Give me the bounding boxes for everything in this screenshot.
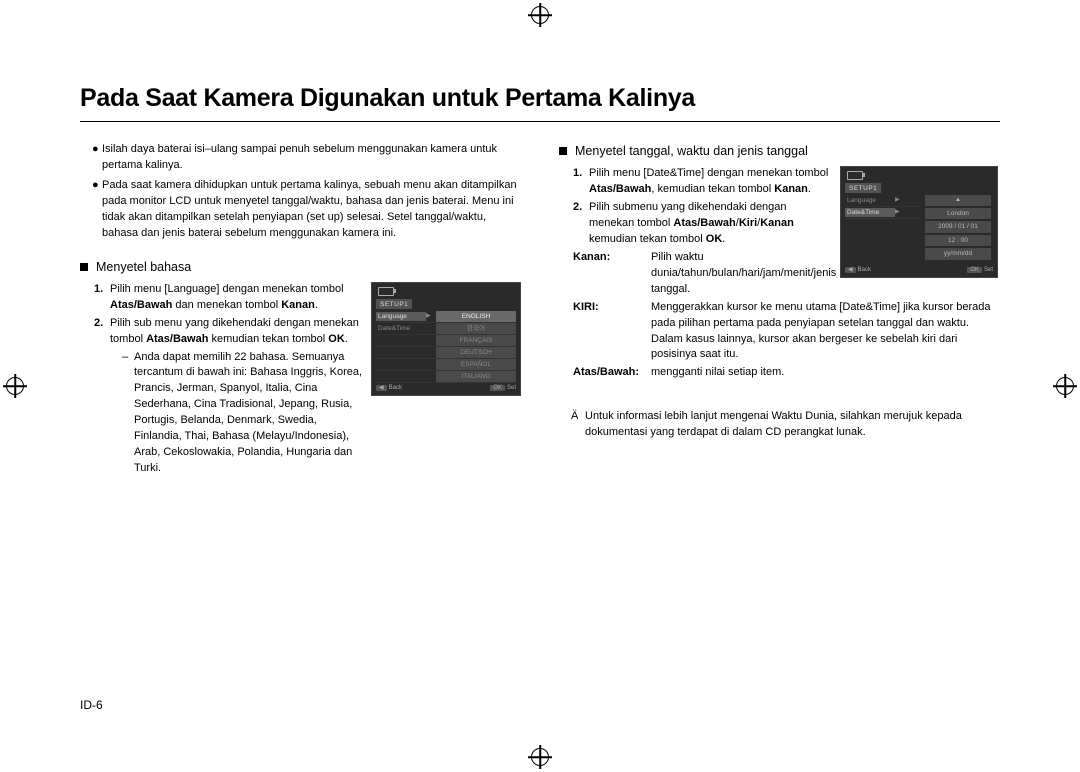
chevron-right-icon: ▶ bbox=[426, 312, 434, 321]
back-key-icon: ◀ bbox=[845, 267, 856, 273]
kv-key-kiri: KIRI: bbox=[573, 300, 651, 364]
lcd-value: 12 : 00 bbox=[925, 235, 991, 246]
lcd-row-label: Language bbox=[376, 312, 426, 321]
kv-val-kanan: Pilih waktu dunia/tahun/bulan/hari/jam/m… bbox=[651, 250, 836, 298]
intro-bullet-2: Pada saat kamera dihidupkan untuk pertam… bbox=[102, 178, 521, 242]
bullet-icon: ● bbox=[92, 142, 102, 174]
language-list-note: Anda dapat memilih 22 bahasa. Semuanya t… bbox=[134, 350, 365, 478]
step-number: 1. bbox=[573, 166, 589, 198]
lcd-row-label: Date&Time bbox=[845, 208, 895, 217]
lcd-value: London bbox=[925, 208, 991, 219]
dash-icon: – bbox=[122, 350, 134, 478]
lcd-tab: SETUP1 bbox=[376, 299, 412, 309]
kv-val-atasbawah: mengganti nilai setiap item. bbox=[651, 365, 1000, 381]
kv-key-kanan: Kanan: bbox=[573, 250, 651, 298]
intro-bullet-1: Isilah daya baterai isi–ulang sampai pen… bbox=[102, 142, 521, 174]
lcd-back-label: Back bbox=[389, 385, 402, 391]
chevron-up-icon: ▲ bbox=[925, 195, 991, 206]
ok-key-icon: OK bbox=[967, 267, 982, 273]
datetime-step-2: Pilih submenu yang dikehendaki dengan me… bbox=[589, 200, 834, 248]
lcd-value: 한국어 bbox=[436, 323, 516, 334]
columns: ●Isilah daya baterai isi–ulang sampai pe… bbox=[80, 142, 1000, 479]
reg-mark-bottom bbox=[531, 748, 549, 766]
subhead-language: Menyetel bahasa bbox=[80, 258, 521, 276]
subhead-datetime-text: Menyetel tanggal, waktu dan jenis tangga… bbox=[575, 142, 808, 160]
lcd-back-label: Back bbox=[858, 267, 871, 273]
bullet-icon: ● bbox=[92, 178, 102, 242]
reg-mark-right bbox=[1056, 377, 1074, 395]
lcd-value: ESPAÑOL bbox=[436, 359, 516, 370]
kv-key-atasbawah: Atas/Bawah: bbox=[573, 365, 651, 381]
lcd-value: 2009 / 01 / 01 bbox=[925, 221, 991, 232]
left-column: ●Isilah daya baterai isi–ulang sampai pe… bbox=[80, 142, 521, 479]
step-number: 1. bbox=[94, 282, 110, 314]
datetime-steps-block: SETUP1 Language ▶ Date&Time ▶ bbox=[559, 166, 1000, 300]
square-icon bbox=[559, 147, 567, 155]
lcd-tab: SETUP1 bbox=[845, 183, 881, 193]
language-step-2: Pilih sub menu yang dikehendaki dengan m… bbox=[110, 316, 365, 477]
footnote-text: Untuk informasi lebih lanjut mengenai Wa… bbox=[585, 409, 1000, 441]
content-area: Pada Saat Kamera Digunakan untuk Pertama… bbox=[80, 84, 1000, 712]
footnote: Ä Untuk informasi lebih lanjut mengenai … bbox=[559, 409, 1000, 441]
ok-key-icon: OK bbox=[490, 385, 505, 391]
page-title: Pada Saat Kamera Digunakan untuk Pertama… bbox=[80, 84, 1000, 122]
chevron-right-icon: ▶ bbox=[895, 208, 903, 217]
datetime-step-1: Pilih menu [Date&Time] dengan menekan to… bbox=[589, 166, 834, 198]
lcd-value: FRANÇAIS bbox=[436, 335, 516, 346]
key-value-list-cont: KIRI: Menggerakkan kursor ke menu utama … bbox=[559, 300, 1000, 382]
lcd-value: ITALIANO bbox=[436, 371, 516, 382]
language-steps-block: SETUP1 Language ▶ ENGLISH Date&Time bbox=[80, 282, 521, 479]
asterisk-icon: Ä bbox=[571, 409, 585, 441]
lcd-value: DEUTSCH bbox=[436, 347, 516, 358]
subhead-datetime: Menyetel tanggal, waktu dan jenis tangga… bbox=[559, 142, 1000, 160]
language-step-1: Pilih menu [Language] dengan menekan tom… bbox=[110, 282, 365, 314]
page: Pada Saat Kamera Digunakan untuk Pertama… bbox=[0, 0, 1080, 772]
kv-val-kiri: Menggerakkan kursor ke menu utama [Date&… bbox=[651, 300, 1000, 364]
chevron-right-icon: ▶ bbox=[895, 196, 903, 205]
lcd-row-label: Date&Time bbox=[376, 324, 426, 333]
back-key-icon: ◀ bbox=[376, 385, 387, 391]
battery-icon bbox=[378, 287, 394, 296]
reg-mark-left bbox=[6, 377, 24, 395]
step-number: 2. bbox=[94, 316, 110, 477]
lcd-set-label: Set bbox=[507, 385, 516, 391]
intro-bullets: ●Isilah daya baterai isi–ulang sampai pe… bbox=[80, 142, 521, 242]
lcd-set-label: Set bbox=[984, 267, 993, 273]
square-icon bbox=[80, 263, 88, 271]
lcd-language: SETUP1 Language ▶ ENGLISH Date&Time bbox=[371, 282, 521, 396]
page-number: ID-6 bbox=[80, 698, 103, 712]
reg-mark-top bbox=[531, 6, 549, 24]
lcd-value: ENGLISH bbox=[436, 311, 516, 322]
lcd-value: yy/mm/dd bbox=[925, 248, 991, 259]
subhead-language-text: Menyetel bahasa bbox=[96, 258, 191, 276]
right-column: Menyetel tanggal, waktu dan jenis tangga… bbox=[559, 142, 1000, 479]
lcd-datetime: SETUP1 Language ▶ Date&Time ▶ bbox=[840, 166, 998, 278]
lcd-row-label: Language bbox=[845, 196, 895, 205]
battery-icon bbox=[847, 171, 863, 180]
step-number: 2. bbox=[573, 200, 589, 248]
